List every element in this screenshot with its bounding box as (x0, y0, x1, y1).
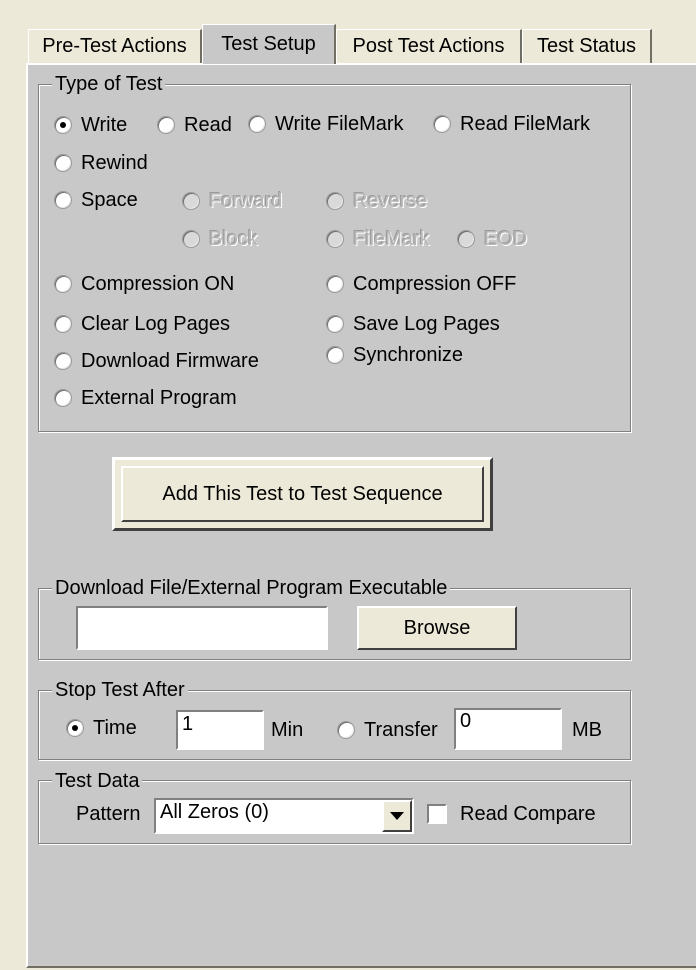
radio-button[interactable] (54, 315, 72, 333)
radio-space[interactable]: Space (54, 189, 138, 211)
radio-label: Compression ON (81, 273, 235, 295)
add-test-to-sequence-button[interactable]: Add This Test to Test Sequence (112, 457, 493, 531)
tab-label: Test Status (537, 35, 636, 57)
pattern-dropdown-button[interactable] (382, 800, 412, 832)
pattern-select[interactable]: All Zeros (0) (154, 798, 414, 834)
radio-write[interactable]: Write (54, 114, 127, 136)
stop-test-after-legend: Stop Test After (52, 679, 188, 701)
radio-button[interactable] (54, 352, 72, 370)
tab-label: Post Test Actions (352, 35, 505, 57)
tab-pre-test-actions[interactable]: Pre-Test Actions (28, 29, 202, 63)
radio-label: Transfer (364, 719, 438, 741)
radio-label: Write FileMark (275, 113, 404, 135)
radio-button (182, 192, 200, 210)
transfer-input[interactable]: 0 (454, 708, 562, 750)
radio-label: Clear Log Pages (81, 313, 230, 335)
radio-compression-off[interactable]: Compression OFF (326, 273, 516, 295)
radio-button[interactable] (54, 191, 72, 209)
radio-label: Write (81, 114, 128, 136)
test-data-legend: Test Data (52, 770, 143, 792)
radio-label: Compression OFF (353, 273, 517, 295)
transfer-unit-label: MB (572, 719, 602, 741)
radio-button[interactable] (326, 346, 344, 364)
tab-label: Test Setup (221, 33, 316, 55)
download-file-legend: Download File/External Program Executabl… (52, 577, 451, 599)
radio-filemark: FileMark (326, 228, 430, 250)
radio-synchronize[interactable]: Synchronize (326, 344, 463, 366)
radio-label: Synchronize (353, 344, 464, 366)
tab-label: Pre-Test Actions (42, 35, 187, 57)
radio-button (457, 230, 475, 248)
radio-button (182, 230, 200, 248)
radio-label: Rewind (81, 152, 148, 174)
type-of-test-legend: Type of Test (52, 73, 166, 95)
radio-label: FileMark (353, 228, 430, 250)
tab-post-test-actions[interactable]: Post Test Actions (336, 29, 522, 63)
radio-external-program[interactable]: External Program (54, 387, 237, 409)
download-path-input[interactable] (76, 606, 328, 650)
radio-block: Block (182, 228, 258, 250)
radio-button[interactable] (54, 275, 72, 293)
radio-label: Read FileMark (460, 113, 591, 135)
chevron-down-icon (390, 812, 404, 820)
radio-read-filemark[interactable]: Read FileMark (433, 113, 590, 135)
radio-button[interactable] (326, 275, 344, 293)
radio-button[interactable] (157, 116, 175, 134)
radio-button[interactable] (433, 115, 451, 133)
radio-label: Space (81, 189, 138, 211)
read-compare-label: Read Compare (460, 803, 596, 825)
radio-clear-log-pages[interactable]: Clear Log Pages (54, 313, 230, 335)
radio-label: Time (93, 717, 137, 739)
radio-label: Forward (209, 190, 283, 212)
radio-read[interactable]: Read (157, 114, 232, 136)
radio-label: Read (184, 114, 232, 136)
radio-button[interactable] (326, 315, 344, 333)
radio-transfer[interactable]: Transfer (337, 719, 438, 741)
radio-save-log-pages[interactable]: Save Log Pages (326, 313, 500, 335)
radio-button[interactable] (248, 115, 266, 133)
time-unit-label: Min (271, 719, 304, 741)
pattern-selected-value: All Zeros (0) (160, 801, 269, 823)
radio-label: Reverse (353, 190, 428, 212)
read-compare-checkbox[interactable] (427, 804, 447, 824)
radio-rewind[interactable]: Rewind (54, 152, 148, 174)
browse-button[interactable]: Browse (357, 606, 517, 650)
radio-button[interactable] (66, 719, 84, 737)
button-label: Browse (403, 616, 471, 639)
radio-button[interactable] (54, 116, 72, 134)
radio-button[interactable] (54, 154, 72, 172)
radio-download-firmware[interactable]: Download Firmware (54, 350, 259, 372)
radio-time[interactable]: Time (66, 717, 137, 739)
radio-label: Block (209, 228, 258, 250)
radio-forward: Forward (182, 190, 282, 212)
radio-button (326, 230, 344, 248)
radio-eod: EOD (457, 228, 527, 250)
radio-label: External Program (81, 387, 237, 409)
time-input[interactable]: 1 (176, 710, 264, 750)
button-label: Add This Test to Test Sequence (162, 482, 443, 505)
radio-label: Save Log Pages (353, 313, 500, 335)
tab-test-status[interactable]: Test Status (522, 29, 652, 63)
radio-button[interactable] (54, 389, 72, 407)
radio-button (326, 192, 344, 210)
radio-compression-on[interactable]: Compression ON (54, 273, 234, 295)
radio-label: Download Firmware (81, 350, 259, 372)
radio-label: EOD (484, 228, 528, 250)
pattern-label: Pattern (76, 803, 141, 825)
radio-write-filemark[interactable]: Write FileMark (248, 113, 404, 135)
type-of-test-group (38, 84, 631, 432)
radio-button[interactable] (337, 721, 355, 739)
tab-test-setup[interactable]: Test Setup (202, 24, 336, 64)
radio-reverse: Reverse (326, 190, 427, 212)
